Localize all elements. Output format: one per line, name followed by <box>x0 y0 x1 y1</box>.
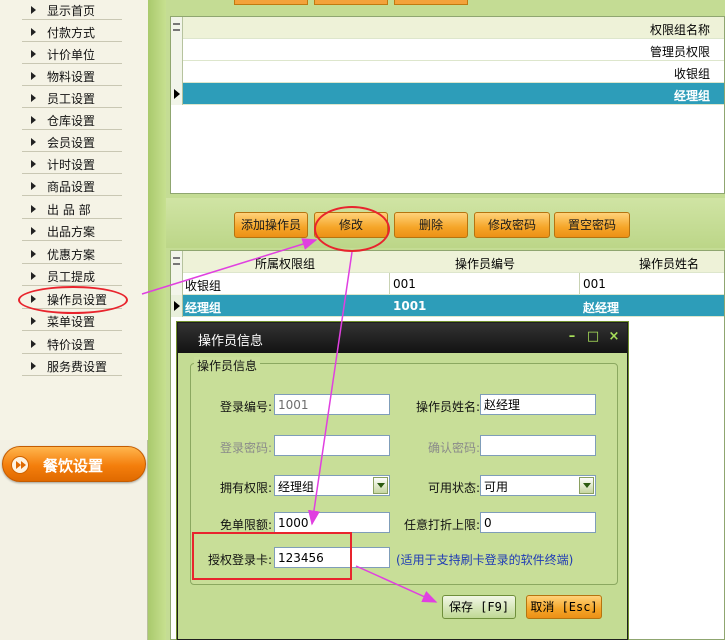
arrow-right-icon <box>31 317 36 325</box>
column-header-operator-no[interactable]: 操作员编号 <box>455 255 515 272</box>
arrow-right-icon <box>31 138 36 146</box>
sidebar-item-service-fee[interactable]: 服务费设置 <box>22 356 122 376</box>
top-button-stub[interactable] <box>234 0 308 5</box>
permission-select[interactable]: 经理组 <box>274 475 390 496</box>
login-no-input[interactable] <box>274 394 390 415</box>
arrow-right-icon <box>31 50 36 58</box>
column-chooser-icon[interactable] <box>173 257 180 265</box>
add-operator-button[interactable]: 添加操作员 <box>234 212 308 238</box>
sidebar-item-output-plan[interactable]: 出品方案 <box>22 221 122 241</box>
group-title: 操作员信息 <box>194 357 261 374</box>
sidebar-nav-list: 显示首页 付款方式 计价单位 物料设置 员工设置 仓库设置 会员设置 计时设置 … <box>0 0 148 440</box>
sidebar-item-payment-methods[interactable]: 付款方式 <box>22 22 122 42</box>
arrow-right-icon <box>31 182 36 190</box>
free-limit-input[interactable] <box>274 512 390 533</box>
arrow-right-icon <box>31 116 36 124</box>
sidebar-item-output-dept[interactable]: 出 品 部 <box>22 199 122 219</box>
chevron-down-icon[interactable] <box>373 477 388 494</box>
chevron-down-icon[interactable] <box>579 477 594 494</box>
permission-group-table: 权限组名称 管理员权限 收银组 经理组 <box>170 16 725 194</box>
column-chooser-icon[interactable] <box>173 23 180 31</box>
arrow-right-icon <box>31 72 36 80</box>
status-label: 可用状态: <box>427 481 480 495</box>
operator-info-dialog: 操作员信息 – □ × 操作员信息 登录编号: 操作员姓名: 登录密码: 确认密… <box>177 322 628 640</box>
minimize-icon[interactable]: – <box>564 329 580 345</box>
save-button[interactable]: 保存 [F9] <box>442 595 516 619</box>
top-button-stub[interactable] <box>394 0 468 5</box>
operator-toolbar: 添加操作员 修改 删除 修改密码 置空密码 <box>166 198 725 248</box>
arrow-right-icon <box>31 28 36 36</box>
table-header-row: 权限组名称 <box>171 17 724 39</box>
sidebar-item-warehouses[interactable]: 仓库设置 <box>22 110 122 130</box>
annotation-circle-edit <box>314 206 390 252</box>
sidebar-item-special-price[interactable]: 特价设置 <box>22 334 122 354</box>
fast-forward-icon <box>11 456 29 474</box>
change-password-button[interactable]: 修改密码 <box>474 212 550 238</box>
discount-limit-label: 任意打折上限: <box>403 518 480 532</box>
arrow-right-icon <box>31 227 36 235</box>
sidebar-splitter <box>148 0 166 640</box>
auth-card-hint: (适用于支持刷卡登录的软件终端) <box>396 553 574 567</box>
column-header-group-name[interactable]: 权限组名称 <box>650 21 710 38</box>
dialog-title: 操作员信息 <box>198 334 264 349</box>
sidebar-item-members[interactable]: 会员设置 <box>22 132 122 152</box>
sidebar-item-commission[interactable]: 员工提成 <box>22 266 122 286</box>
sidebar-item-timing[interactable]: 计时设置 <box>22 154 122 174</box>
login-no-label: 登录编号: <box>219 400 272 414</box>
maximize-icon[interactable]: □ <box>585 329 601 345</box>
reset-password-button[interactable]: 置空密码 <box>554 212 630 238</box>
table-row[interactable]: 管理员权限 <box>171 39 724 61</box>
delete-button[interactable]: 删除 <box>394 212 468 238</box>
permission-label: 拥有权限: <box>219 481 272 495</box>
sidebar-item-home[interactable]: 显示首页 <box>22 0 122 20</box>
operator-name-input[interactable] <box>480 394 596 415</box>
login-password-label: 登录密码: <box>219 441 272 455</box>
arrow-right-icon <box>31 94 36 102</box>
sidebar-item-discounts[interactable]: 优惠方案 <box>22 244 122 264</box>
arrow-right-icon <box>31 160 36 168</box>
sidebar-item-menu[interactable]: 菜单设置 <box>22 311 122 331</box>
row-pointer-icon <box>174 89 180 99</box>
column-header-operator-name[interactable]: 操作员姓名 <box>639 255 699 272</box>
catering-settings-button[interactable]: 餐饮设置 <box>2 446 146 482</box>
confirm-password-input[interactable] <box>480 435 596 456</box>
free-limit-label: 免单限额: <box>219 518 272 532</box>
operator-name-label: 操作员姓名: <box>415 400 480 414</box>
table-header-row: 所属权限组 操作员编号 操作员姓名 <box>171 251 724 273</box>
close-icon[interactable]: × <box>606 329 622 345</box>
arrow-right-icon <box>31 340 36 348</box>
sidebar-item-materials[interactable]: 物料设置 <box>22 66 122 86</box>
dialog-title-bar[interactable]: 操作员信息 – □ × <box>178 323 627 353</box>
sidebar-item-pricing-units[interactable]: 计价单位 <box>22 44 122 64</box>
table-row-selected[interactable]: 经理组 1001 赵经理 <box>171 295 724 317</box>
login-password-input[interactable] <box>274 435 390 456</box>
status-select[interactable]: 可用 <box>480 475 596 496</box>
sidebar: 显示首页 付款方式 计价单位 物料设置 员工设置 仓库设置 会员设置 计时设置 … <box>0 0 148 640</box>
arrow-right-icon <box>31 362 36 370</box>
arrow-right-icon <box>31 272 36 280</box>
arrow-right-icon <box>31 250 36 258</box>
arrow-right-icon <box>31 205 36 213</box>
sidebar-item-employees[interactable]: 员工设置 <box>22 88 122 108</box>
arrow-right-icon <box>31 6 36 14</box>
column-header-group[interactable]: 所属权限组 <box>255 255 315 272</box>
table-row[interactable]: 收银组 <box>171 61 724 83</box>
annotation-box-auth-card <box>192 532 352 580</box>
annotation-circle-operators <box>18 286 128 314</box>
confirm-password-label: 确认密码: <box>427 441 480 455</box>
table-row-selected[interactable]: 经理组 <box>171 83 724 105</box>
sidebar-item-products[interactable]: 商品设置 <box>22 176 122 196</box>
cancel-button[interactable]: 取消 [Esc] <box>526 595 602 619</box>
table-row[interactable]: 收银组 001 001 <box>171 273 724 295</box>
top-button-stub[interactable] <box>314 0 388 5</box>
row-pointer-icon <box>174 301 180 311</box>
discount-limit-input[interactable] <box>480 512 596 533</box>
